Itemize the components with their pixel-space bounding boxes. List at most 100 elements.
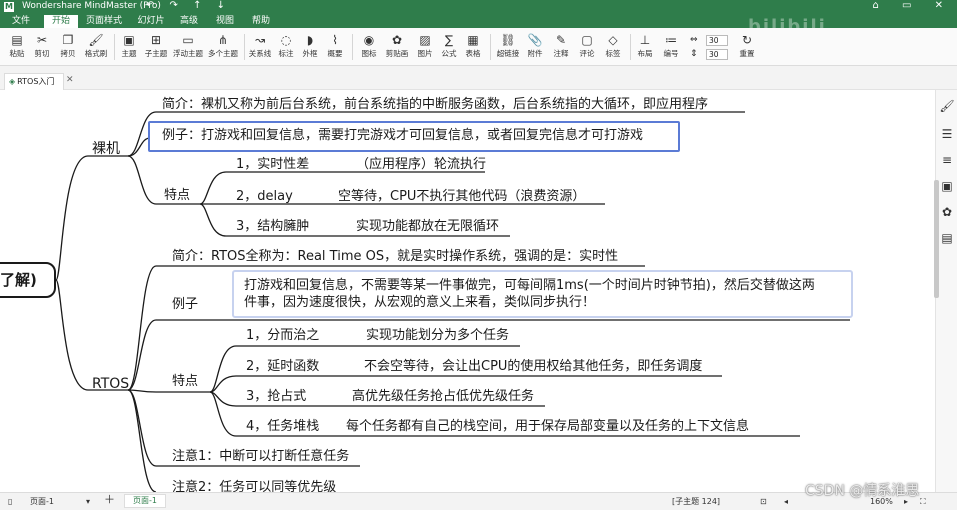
rtos-feature-3-desc[interactable]: 高优先级任务抢占低优先级任务 <box>352 388 534 406</box>
menu-advanced[interactable]: 高级 <box>174 15 204 28</box>
clipart-button[interactable]: ✿ 剪贴画 <box>382 32 412 64</box>
ribbon-toolbar: ▤ 粘贴 ✂ 剪切 ❐ 拷贝 🖌 格式刷 ▣ 主题 ⊞ 子主题 ▭ 浮动主题 ⋔ 多个主题 ↝ 关… <box>0 28 957 66</box>
attachment-button[interactable]: 📎 附件 <box>524 32 546 64</box>
rtos-note-1[interactable]: 注意1：中断可以打断任意任务 <box>172 448 349 466</box>
fullscreen-icon[interactable]: ⛶ <box>920 496 926 508</box>
icon-button[interactable]: ◉ 图标 <box>358 32 380 64</box>
paste-button[interactable]: ▤ 粘贴 <box>6 32 28 64</box>
comment-button[interactable]: ▢ 评论 <box>576 32 598 64</box>
rtos-feature-1-name[interactable]: 1，分而治之 <box>246 327 319 345</box>
table-icon: ▦ <box>467 33 479 47</box>
ribbon-separator <box>352 34 353 60</box>
rtos-feature-1-desc[interactable]: 实现功能划分为多个任务 <box>366 327 509 345</box>
note-button[interactable]: ✎ 注释 <box>550 32 572 64</box>
numbering-button[interactable]: ≔ 编号 <box>660 32 682 64</box>
menu-slides[interactable]: 幻灯片 <box>132 15 170 28</box>
hyperlink-button[interactable]: ⛓ 超链接 <box>494 32 522 64</box>
floating-topic-icon: ▭ <box>182 33 194 47</box>
menu-view[interactable]: 视图 <box>210 15 240 28</box>
page-selector[interactable]: 页面-1 <box>30 496 54 508</box>
subtopic-icon: ⊞ <box>150 33 162 47</box>
vertical-scrollbar[interactable] <box>934 180 939 298</box>
page-panel-icon[interactable]: ▯ <box>8 496 12 508</box>
picture-icon: ▨ <box>419 33 431 47</box>
branch-bare-metal[interactable]: 裸机 <box>92 140 120 158</box>
reset-button[interactable]: ↻ 重置 <box>736 32 758 64</box>
menu-page-style[interactable]: 页面样式 <box>82 15 126 28</box>
callout-button[interactable]: ◌ 标注 <box>275 32 297 64</box>
horizontal-spacing-input[interactable]: 30 <box>706 35 728 46</box>
list-icon[interactable]: ☰ <box>939 126 955 142</box>
topic-count: [子主题 124] <box>672 497 721 506</box>
rtos-intro[interactable]: 简介：RTOS全称为：Real Time OS，就是实时操作系统，强调的是：实时… <box>172 248 618 266</box>
summary-button[interactable]: ⌇ 概要 <box>323 32 347 64</box>
window-title: Wondershare MindMaster (Pro) <box>22 1 161 11</box>
format-painter-button[interactable]: 🖌 格式刷 <box>82 32 110 64</box>
picture-button[interactable]: ▨ 图片 <box>414 32 436 64</box>
subtopic-button[interactable]: ⊞ 子主题 <box>142 32 170 64</box>
table-button[interactable]: ▦ 表格 <box>462 32 484 64</box>
cut-button[interactable]: ✂ 剪切 <box>30 32 54 64</box>
rtos-feature-3-name[interactable]: 3，抢占式 <box>246 388 306 406</box>
bm-feature-3-name[interactable]: 3，结构臃肿 <box>236 218 309 236</box>
rtos-example-label[interactable]: 例子 <box>172 296 198 314</box>
mindmap-canvas[interactable]: 了解) 裸机 简介：裸机又称为前后台系统，前台系统指的中断服务函数，后台系统指的… <box>0 90 935 492</box>
tag-button[interactable]: ◇ 标签 <box>602 32 624 64</box>
bm-feature-3-desc[interactable]: 实现功能都放在无限循环 <box>356 218 499 236</box>
page-dropdown-icon[interactable]: ▾ <box>86 496 90 508</box>
mindmap-file-icon: ◈ <box>9 77 16 86</box>
menu-help[interactable]: 帮助 <box>246 15 276 28</box>
fit-page-icon[interactable]: ⊡ <box>760 496 767 508</box>
bm-feature-2-name[interactable]: 2，delay <box>236 188 293 206</box>
add-page-icon[interactable]: ＋ <box>104 494 115 506</box>
menu-start[interactable]: 开始 <box>44 15 78 28</box>
window-controls[interactable]: ⌂ ▭ ✕ <box>872 0 953 11</box>
formula-button[interactable]: ∑ 公式 <box>438 32 460 64</box>
rtos-feature-4-name[interactable]: 4，任务堆栈 <box>246 418 319 436</box>
topic-button[interactable]: ▣ 主题 <box>118 32 140 64</box>
outline-icon[interactable]: ≡ <box>939 152 955 168</box>
layout-icon: ⊥ <box>639 33 651 47</box>
boundary-button[interactable]: ◗ 外框 <box>299 32 321 64</box>
bm-feature-2-desc[interactable]: 空等待，CPU不执行其他代码（浪费资源） <box>338 188 585 206</box>
vertical-spacing-input[interactable]: 30 <box>706 49 728 60</box>
rtos-features-label[interactable]: 特点 <box>172 373 198 391</box>
layout-button[interactable]: ⊥ 布局 <box>634 32 656 64</box>
bare-metal-intro[interactable]: 简介：裸机又称为前后台系统，前台系统指的中断服务函数，后台系统指的大循环，即应用… <box>162 96 708 114</box>
brush-icon: 🖌 <box>88 33 104 47</box>
multiple-topics-button[interactable]: ⋔ 多个主题 <box>206 32 240 64</box>
rtos-feature-4-desc[interactable]: 每个任务都有自己的栈空间，用于保存局部变量以及任务的上下文信息 <box>346 418 749 436</box>
image-icon[interactable]: ▣ <box>939 178 955 194</box>
brush-icon[interactable]: 🖌 <box>939 98 955 114</box>
branch-rtos[interactable]: RTOS <box>92 375 129 393</box>
clipart-icon: ✿ <box>391 33 403 47</box>
scissors-icon: ✂ <box>36 33 48 47</box>
rtos-feature-2-desc[interactable]: 不会空等待，会让出CPU的使用权给其他任务，即任务调度 <box>364 358 702 376</box>
page-tab[interactable]: 页面-1 <box>124 494 166 508</box>
zoom-out-icon[interactable]: ◂ <box>784 496 788 508</box>
floating-topic-button[interactable]: ▭ 浮动主题 <box>172 32 204 64</box>
document-tab[interactable]: ◈ RTOS入门 <box>4 73 64 90</box>
copy-button[interactable]: ❐ 拷贝 <box>56 32 80 64</box>
bare-metal-example[interactable]: 例子：打游戏和回复信息，需要打完游戏才可回复信息，或者回复完信息才可打游戏 <box>162 127 643 145</box>
link-icon: ⛓ <box>500 33 516 47</box>
root-node[interactable]: 了解) <box>0 262 56 298</box>
bm-feature-1-name[interactable]: 1，实时性差 <box>236 156 309 174</box>
paperclip-icon: 📎 <box>527 33 543 47</box>
rtos-example-line-2: 件事，因为速度很快，从宏观的意义上来看，类似同步执行！ <box>244 295 596 310</box>
callout-icon: ◌ <box>280 33 292 47</box>
ribbon-separator <box>244 34 245 60</box>
relationship-button[interactable]: ↝ 关系线 <box>247 32 273 64</box>
rtos-note-2[interactable]: 注意2：任务可以同等优先级 <box>172 479 336 492</box>
rtos-feature-2-name[interactable]: 2，延时函数 <box>246 358 319 376</box>
bm-feature-1-desc[interactable]: （应用程序）轮流执行 <box>356 156 486 174</box>
menu-file[interactable]: 文件 <box>4 15 38 28</box>
task-icon[interactable]: ▤ <box>939 230 955 246</box>
document-tab-label: RTOS入门 <box>17 77 55 86</box>
document-tab-bar: ◈ RTOS入门 ✕ <box>0 66 957 90</box>
clipart-icon[interactable]: ✿ <box>939 204 955 220</box>
close-icon[interactable]: ✕ <box>66 75 74 85</box>
quick-access-toolbar[interactable]: ↶ ↷ ↑ ↓ <box>146 0 231 11</box>
bare-metal-features-label[interactable]: 特点 <box>164 187 190 205</box>
csdn-watermark: CSDN @情系淮思 <box>805 483 920 499</box>
